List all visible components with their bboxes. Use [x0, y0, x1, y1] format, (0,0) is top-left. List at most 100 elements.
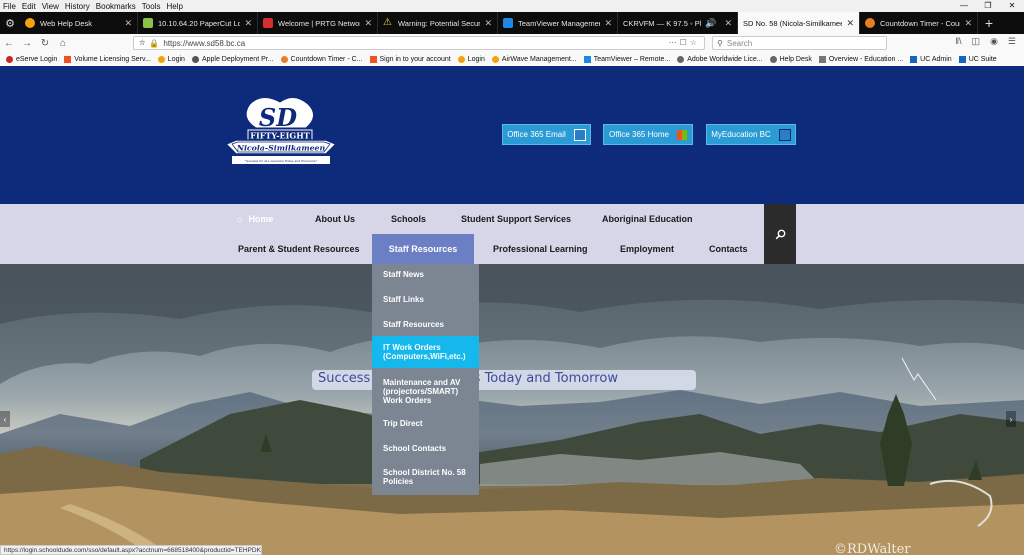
dropdown-staff-resources[interactable]: Staff Resources: [372, 320, 479, 332]
nav-staff-resources[interactable]: Staff Resources: [372, 234, 474, 264]
tab-countdown[interactable]: Countdown Timer - Countdow ✕: [860, 12, 978, 34]
speaker-icon[interactable]: 🔊: [705, 18, 716, 29]
menu-bookmarks[interactable]: Bookmarks: [93, 2, 139, 11]
nav-student-support-services[interactable]: Student Support Services: [461, 204, 571, 234]
account-icon[interactable]: ◉: [990, 36, 998, 47]
microsoft-logo-icon: [676, 129, 687, 140]
warning-triangle-icon: ⚠: [383, 17, 392, 28]
tab-label: Warning: Potential Security Ri: [398, 18, 481, 28]
menu-tools[interactable]: Tools: [139, 2, 164, 11]
button-label: Office 365 Home: [609, 130, 669, 139]
tab-close-icon[interactable]: ✕: [124, 18, 132, 29]
bookmark-favicon-icon: [369, 55, 377, 63]
nav-parent-student-resources[interactable]: Parent & Student Resources: [238, 234, 360, 264]
nav-home[interactable]: ⌂ Home: [237, 204, 273, 234]
new-tab-icon[interactable]: +: [978, 15, 1000, 31]
minimize-icon[interactable]: —: [952, 0, 976, 12]
nav-contacts[interactable]: Contacts: [709, 234, 748, 264]
bookmark-label: Sign in to your account: [379, 55, 451, 63]
tab-papercut[interactable]: 10.10.64.20 PaperCut Login ✕: [138, 12, 258, 34]
landscape-photo: [0, 264, 1024, 555]
tab-close-icon[interactable]: ✕: [846, 18, 854, 29]
nav-employment[interactable]: Employment: [620, 234, 674, 264]
open-menu-icon[interactable]: ☰: [1008, 36, 1016, 47]
tab-close-icon[interactable]: ✕: [364, 18, 372, 29]
back-icon[interactable]: ←: [0, 38, 18, 49]
dropdown-district-policies[interactable]: School District No. 58 Policies: [372, 468, 479, 488]
tab-close-icon[interactable]: ✕: [244, 18, 252, 29]
tab-close-icon[interactable]: ✕: [724, 18, 732, 29]
address-bar[interactable]: ⛦ 🔒 https://www.sd58.bc.ca ⋯☐☆: [133, 36, 705, 50]
bookmark-favicon-icon: [677, 55, 685, 63]
bookmark-item[interactable]: Adobe Worldwide Lice...: [677, 55, 763, 63]
home-icon[interactable]: ⌂: [54, 38, 72, 49]
bookmark-item[interactable]: Login: [457, 55, 485, 63]
restore-icon[interactable]: ❐: [976, 0, 1000, 12]
bookmark-label: UC Suite: [968, 55, 997, 63]
close-window-icon[interactable]: ✕: [1000, 0, 1024, 12]
dropdown-school-contacts[interactable]: School Contacts: [372, 444, 479, 456]
bookmark-item[interactable]: TeamViewer – Remote...: [583, 55, 670, 63]
sidebar-icon[interactable]: ◫: [972, 36, 981, 47]
dropdown-it-work-orders[interactable]: IT Work Orders (Computers,WiFi,etc.): [372, 336, 479, 368]
dropdown-staff-news[interactable]: Staff News: [372, 270, 479, 282]
menu-help[interactable]: Help: [163, 2, 185, 11]
web-help-desk-favicon-icon: [25, 18, 35, 28]
bookmark-item[interactable]: Sign in to your account: [369, 55, 451, 63]
dropdown-trip-direct[interactable]: Trip Direct: [372, 419, 479, 431]
carousel-next-icon[interactable]: ›: [1006, 411, 1016, 427]
tab-teamviewer[interactable]: TeamViewer Management Con ✕: [498, 12, 618, 34]
web-page: SD FIFTY-EIGHT Nicola-Similkameen "Succe…: [0, 66, 1024, 555]
tab-close-icon[interactable]: ✕: [484, 18, 492, 29]
search-field[interactable]: ⚲ Search: [712, 36, 887, 50]
forward-icon[interactable]: →: [18, 38, 36, 49]
tab-web-help-desk[interactable]: Web Help Desk ✕: [20, 12, 138, 34]
menu-edit[interactable]: Edit: [19, 2, 39, 11]
page-actions-icon[interactable]: ⋯☐☆: [669, 38, 700, 47]
office365-home-button[interactable]: Office 365 Home: [603, 124, 693, 145]
bookmark-item[interactable]: UC Admin: [910, 55, 952, 63]
bookmark-item[interactable]: Login: [157, 55, 185, 63]
bookmark-item[interactable]: Volume Licensing Serv...: [64, 55, 151, 63]
button-label: MyEducation BC: [711, 130, 771, 139]
toolbar-right: ‖\ ◫ ◉ ☰: [955, 36, 1016, 47]
logo-motto: "Success for ALL Learners Today and Tomo…: [245, 159, 318, 163]
tab-close-icon[interactable]: ✕: [604, 18, 612, 29]
nav-about-us[interactable]: About Us: [315, 204, 355, 234]
bookmark-item[interactable]: Apple Deployment Pr...: [191, 55, 274, 63]
dropdown-staff-links[interactable]: Staff Links: [372, 295, 479, 307]
office365-email-button[interactable]: Office 365 Email: [502, 124, 591, 145]
tab-ckrvfm[interactable]: CKRVFM — K 97.5 ◦ Player 🔊 ✕: [618, 12, 738, 34]
menu-view[interactable]: View: [39, 2, 62, 11]
menu-file[interactable]: File: [0, 2, 19, 11]
nav-professional-learning[interactable]: Professional Learning: [493, 234, 588, 264]
countdown-favicon-icon: [865, 18, 875, 28]
library-icon[interactable]: ‖\: [955, 36, 961, 47]
district-logo[interactable]: SD FIFTY-EIGHT Nicola-Similkameen "Succe…: [222, 94, 340, 176]
tab-close-icon[interactable]: ✕: [964, 18, 972, 29]
tab-sd58[interactable]: SD No. 58 (Nicola-Similkameen) ✕: [738, 12, 860, 34]
tab-label: Welcome | PRTG Network Mon: [278, 18, 360, 28]
nav-schools[interactable]: Schools: [391, 204, 426, 234]
site-search-button[interactable]: [764, 204, 796, 264]
carousel-prev-icon[interactable]: ‹: [0, 411, 10, 427]
tab-security-warning[interactable]: ⚠ Warning: Potential Security Ri ✕: [378, 12, 498, 34]
dropdown-maintenance-av-work-orders[interactable]: Maintenance and AV (projectors/SMART) Wo…: [372, 378, 479, 408]
bookmark-item[interactable]: Overview - Education ...: [818, 55, 903, 63]
bookmark-item[interactable]: Help Desk: [769, 55, 812, 63]
bookmark-item[interactable]: eServe Login: [6, 55, 57, 63]
tab-label: 10.10.64.20 PaperCut Login: [158, 18, 240, 28]
tab-prtg[interactable]: Welcome | PRTG Network Mon ✕: [258, 12, 378, 34]
bookmark-item[interactable]: UC Suite: [958, 55, 997, 63]
tab-label: Web Help Desk: [40, 18, 92, 28]
nav-aboriginal-education[interactable]: Aboriginal Education: [602, 204, 693, 234]
bookmark-item[interactable]: Countdown Timer - C...: [280, 55, 363, 63]
address-text[interactable]: https://www.sd58.bc.ca: [163, 39, 245, 48]
lock-icon[interactable]: 🔒: [149, 39, 159, 48]
myeducation-bc-button[interactable]: MyEducation BC: [706, 124, 796, 145]
reload-icon[interactable]: ↻: [36, 38, 54, 49]
tab-list-icon[interactable]: ⚙: [0, 12, 20, 34]
bookmark-item[interactable]: AirWave Management...: [491, 55, 577, 63]
tracking-shield-icon[interactable]: ⛦: [139, 38, 145, 48]
menu-history[interactable]: History: [62, 2, 93, 11]
